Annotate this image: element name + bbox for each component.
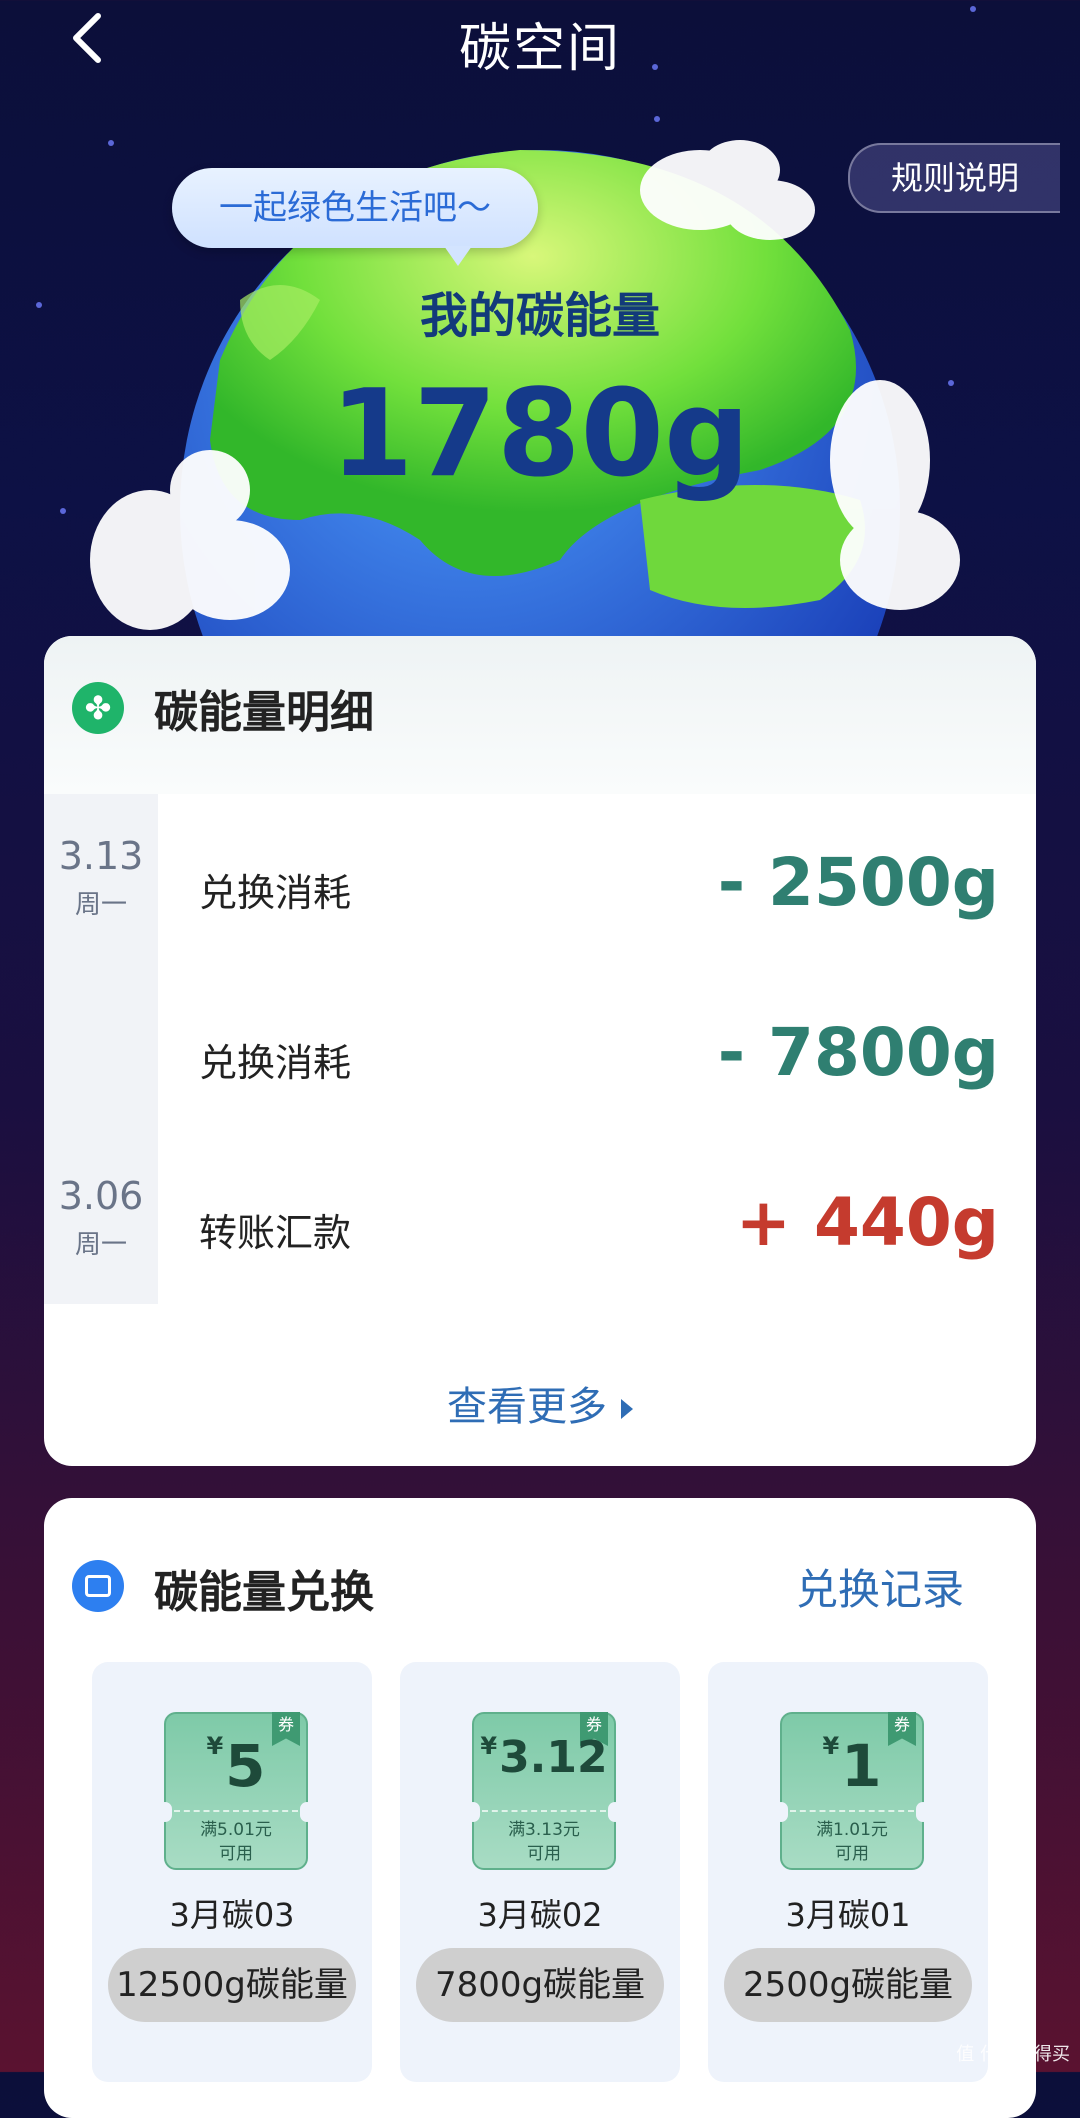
row-label: 兑换消耗	[199, 871, 352, 915]
item-name: 3月碳01	[785, 1896, 911, 1934]
condition-line: 可用	[527, 1844, 561, 1864]
coupon-divider	[482, 1810, 606, 1812]
coupon-card: 券 ¥1 满1.01元 可用	[774, 1712, 930, 1870]
view-more-link[interactable]: 查看更多	[44, 1374, 1036, 1432]
shopping-bag-icon	[72, 1560, 124, 1612]
detail-row[interactable]: 兑换消耗 - 7800g	[199, 1014, 999, 1094]
row-label: 兑换消耗	[199, 1041, 352, 1085]
row-label: 转账汇款	[199, 1211, 352, 1255]
redeem-button[interactable]: 12500g碳能量	[108, 1948, 356, 2022]
date-day: 3.06	[58, 1174, 144, 1218]
coupon-condition: 满1.01元 可用	[782, 1818, 922, 1866]
watermark: 值 什么值得买	[956, 2044, 1070, 2065]
currency-symbol: ¥	[822, 1732, 840, 1760]
amount-value: 5	[225, 1732, 266, 1800]
energy-detail-card: 碳能量明细 3.13 周一 3.06 周一 兑换消耗 - 2500g 兑换消耗 …	[44, 636, 1036, 1466]
date-group: 3.06 周一	[44, 1174, 158, 1261]
row-value: - 7800g	[717, 1014, 999, 1091]
coupon-condition: 满3.13元 可用	[474, 1818, 614, 1866]
detail-row[interactable]: 兑换消耗 - 2500g	[199, 844, 999, 924]
amount-value: 1	[841, 1732, 882, 1800]
currency-symbol: ¥	[206, 1732, 224, 1760]
condition-line: 满1.01元	[816, 1820, 888, 1840]
detail-header: 碳能量明细	[44, 636, 1036, 794]
row-value: - 2500g	[717, 844, 999, 921]
item-name: 3月碳02	[477, 1896, 603, 1934]
coupon-card: 券 ¥5 满5.01元 可用	[158, 1712, 314, 1870]
date-weekday: 周一	[74, 1230, 127, 1260]
rules-button[interactable]: 规则说明	[848, 143, 1060, 213]
redeem-button[interactable]: 7800g碳能量	[416, 1948, 664, 2022]
chevron-right-icon	[621, 1399, 633, 1419]
redeem-button[interactable]: 2500g碳能量	[724, 1948, 972, 2022]
date-weekday: 周一	[74, 890, 127, 920]
date-group: 3.13 周一	[44, 834, 158, 921]
exchange-item[interactable]: 券 ¥1 满1.01元 可用 3月碳01 2500g碳能量	[708, 1662, 988, 2082]
coupon-amount: ¥1	[782, 1732, 922, 1800]
energy-value: 1780g	[330, 365, 750, 504]
exchange-title: 碳能量兑换	[154, 1567, 374, 1618]
condition-line: 可用	[219, 1844, 253, 1864]
energy-exchange-card: 碳能量兑换 兑换记录 券 ¥5 满5.01元 可用 3月碳03 12500g碳能量…	[44, 1498, 1036, 2118]
coupon-condition: 满5.01元 可用	[166, 1818, 306, 1866]
detail-row[interactable]: 转账汇款 + 440g	[199, 1184, 999, 1264]
detail-title: 碳能量明细	[154, 687, 374, 738]
condition-line: 满3.13元	[508, 1820, 580, 1840]
view-more-label: 查看更多	[447, 1384, 607, 1430]
condition-line: 可用	[835, 1844, 869, 1864]
date-day: 3.13	[58, 834, 144, 878]
row-value: + 440g	[735, 1184, 999, 1261]
page-title: 碳空间	[458, 19, 621, 79]
top-bar: 碳空间	[0, 0, 1080, 80]
currency-symbol: ¥	[480, 1732, 498, 1760]
exchange-item[interactable]: 券 ¥3.12 满3.13元 可用 3月碳02 7800g碳能量	[400, 1662, 680, 2082]
coupon-amount: ¥3.12	[474, 1732, 614, 1783]
exchange-item[interactable]: 券 ¥5 满5.01元 可用 3月碳03 12500g碳能量	[92, 1662, 372, 2082]
coupon-amount: ¥5	[166, 1732, 306, 1800]
coupon-divider	[174, 1810, 298, 1812]
date-column: 3.13 周一 3.06 周一	[44, 794, 158, 1304]
item-name: 3月碳03	[169, 1896, 295, 1934]
condition-line: 满5.01元	[200, 1820, 272, 1840]
slogan-bubble: 一起绿色生活吧～	[172, 168, 538, 266]
coupon-divider	[790, 1810, 914, 1812]
energy-label: 我的碳能量	[419, 288, 660, 344]
amount-value: 3.12	[499, 1732, 608, 1783]
clover-icon	[72, 682, 124, 734]
coupon-card: 券 ¥3.12 满3.13元 可用	[466, 1712, 622, 1870]
exchange-record-link[interactable]: 兑换记录	[796, 1556, 964, 1617]
